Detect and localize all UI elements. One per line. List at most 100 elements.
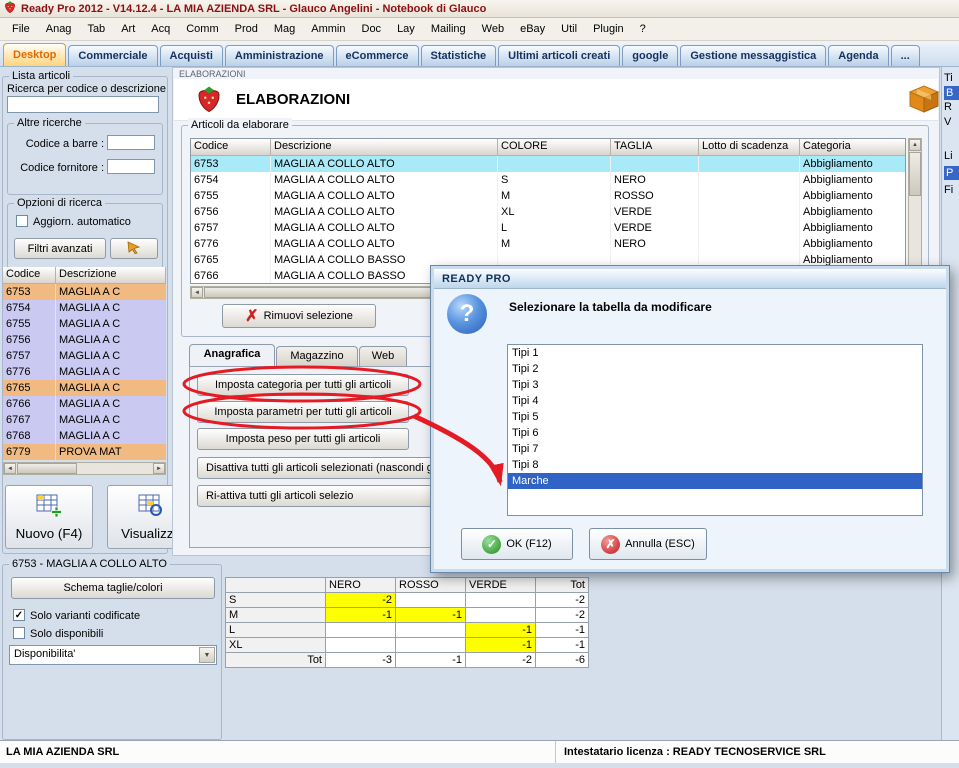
- menu-mag[interactable]: Mag: [266, 21, 303, 37]
- article-row[interactable]: 6754 MAGLIA A C: [3, 300, 166, 316]
- menu-util[interactable]: Util: [553, 21, 585, 37]
- menu-web[interactable]: Web: [474, 21, 512, 37]
- imposta-categoria-button[interactable]: Imposta categoria per tutti gli articoli: [197, 374, 409, 396]
- article-row[interactable]: 6779 PROVA MAT: [3, 444, 166, 460]
- imposta-parametri-button[interactable]: Imposta parametri per tutti gli articoli: [197, 401, 409, 423]
- tab-statistiche[interactable]: Statistiche: [420, 45, 497, 66]
- package-icon[interactable]: [908, 83, 940, 118]
- supplier-code-input[interactable]: [107, 159, 155, 174]
- menu-mailing[interactable]: Mailing: [423, 21, 474, 37]
- tab-agenda[interactable]: Agenda: [828, 45, 889, 66]
- article-row[interactable]: 6755 MAGLIA A C: [3, 316, 166, 332]
- menu-doc[interactable]: Doc: [354, 21, 390, 37]
- scroll-thumb[interactable]: [17, 463, 77, 474]
- dropdown-arrow-icon[interactable]: ▼: [199, 647, 215, 663]
- tab-commerciale[interactable]: Commerciale: [68, 45, 158, 66]
- list-item-marche-selected[interactable]: Marche: [508, 473, 922, 489]
- article-row[interactable]: 6767 MAGLIA A C: [3, 412, 166, 428]
- elab-row-selected[interactable]: 6753 MAGLIA A COLLO ALTO Abbigliamento: [191, 156, 905, 172]
- col-header-taglia[interactable]: TAGLIA: [611, 139, 699, 156]
- elab-row[interactable]: 6756 MAGLIA A COLLO ALTO XL VERDE Abbigliame…: [191, 204, 905, 220]
- list-item-tipi2[interactable]: Tipi 2: [508, 361, 922, 377]
- col-header-codice[interactable]: Codice: [191, 139, 271, 156]
- article-row[interactable]: 6756 MAGLIA A C: [3, 332, 166, 348]
- table-select-listbox[interactable]: Tipi 1 Tipi 2 Tipi 3 Tipi 4 Tipi 5 Tipi …: [507, 344, 923, 516]
- solo-disponibili-checkbox[interactable]: [13, 627, 25, 639]
- elab-table-vscrollbar[interactable]: ▲ ▼: [908, 138, 922, 284]
- scroll-right-button[interactable]: ►: [153, 463, 165, 474]
- menu-plugin[interactable]: Plugin: [585, 21, 632, 37]
- elab-row[interactable]: 6776 MAGLIA A COLLO ALTO M NERO Abbigliament…: [191, 236, 905, 252]
- col-header-descrizione[interactable]: Descrizione: [56, 267, 166, 284]
- schema-taglie-colori-button[interactable]: Schema taglie/colori: [11, 577, 215, 599]
- article-list-hscrollbar[interactable]: ◄ ►: [3, 462, 166, 475]
- tab-overflow[interactable]: ...: [890, 45, 920, 66]
- menu-art[interactable]: Art: [113, 21, 143, 37]
- menu-ebay[interactable]: eBay: [512, 21, 553, 37]
- menu-prod[interactable]: Prod: [227, 21, 266, 37]
- tab-gestione-messaggistica[interactable]: Gestione messaggistica: [680, 45, 827, 66]
- col-header-lotto[interactable]: Lotto di scadenza: [699, 139, 800, 156]
- list-item-tipi1[interactable]: Tipi 1: [508, 345, 922, 361]
- menu-lay[interactable]: Lay: [389, 21, 423, 37]
- scroll-up-button[interactable]: ▲: [909, 139, 921, 151]
- list-item-tipi4[interactable]: Tipi 4: [508, 393, 922, 409]
- imposta-peso-button[interactable]: Imposta peso per tutti gli articoli: [197, 428, 409, 450]
- tab-ultimi-articoli-creati[interactable]: Ultimi articoli creati: [498, 45, 621, 66]
- cancel-button[interactable]: ✗ Annulla (ESC): [589, 528, 707, 560]
- auto-update-checkbox[interactable]: [16, 215, 28, 227]
- list-item-tipi7[interactable]: Tipi 7: [508, 441, 922, 457]
- tab-desktop[interactable]: Desktop: [3, 43, 67, 66]
- advanced-filters-button[interactable]: Filtri avanzati: [14, 238, 106, 259]
- scroll-left-button[interactable]: ◄: [4, 463, 16, 474]
- menu-tab[interactable]: Tab: [79, 21, 113, 37]
- tab-acquisti[interactable]: Acquisti: [159, 45, 223, 66]
- tab-ecommerce[interactable]: eCommerce: [335, 45, 419, 66]
- scroll-thumb[interactable]: [204, 287, 444, 298]
- solo-varianti-checkbox[interactable]: ✓: [13, 609, 25, 621]
- article-row[interactable]: 6768 MAGLIA A C: [3, 428, 166, 444]
- list-item-tipi6[interactable]: Tipi 6: [508, 425, 922, 441]
- col-header-colore[interactable]: COLORE: [498, 139, 611, 156]
- article-row[interactable]: 6766 MAGLIA A C: [3, 396, 166, 412]
- tab-google[interactable]: google: [622, 45, 679, 66]
- strip-item[interactable]: R: [944, 101, 952, 113]
- menu-file[interactable]: File: [4, 21, 38, 37]
- scroll-thumb[interactable]: [909, 152, 921, 196]
- menu-anag[interactable]: Anag: [38, 21, 80, 37]
- elab-row[interactable]: 6755 MAGLIA A COLLO ALTO M ROSSO Abbigliamen…: [191, 188, 905, 204]
- strip-item[interactable]: Fi: [944, 184, 953, 196]
- article-row[interactable]: 6757 MAGLIA A C: [3, 348, 166, 364]
- menu-ammin[interactable]: Ammin: [303, 21, 353, 37]
- elab-row[interactable]: 6754 MAGLIA A COLLO ALTO S NERO Abbigliament…: [191, 172, 905, 188]
- tab-amministrazione[interactable]: Amministrazione: [224, 45, 334, 66]
- scroll-left-button[interactable]: ◄: [191, 287, 203, 298]
- disattiva-articoli-button[interactable]: Disattiva tutti gli articoli selezionati…: [197, 457, 451, 479]
- menu-comm[interactable]: Comm: [178, 21, 226, 37]
- article-row[interactable]: 6765 MAGLIA A C: [3, 380, 166, 396]
- list-item-tipi8[interactable]: Tipi 8: [508, 457, 922, 473]
- col-header-categoria[interactable]: Categoria: [800, 139, 905, 156]
- elab-row[interactable]: 6757 MAGLIA A COLLO ALTO L VERDE Abbigliamen…: [191, 220, 905, 236]
- article-row[interactable]: 6776 MAGLIA A C: [3, 364, 166, 380]
- list-item-tipi5[interactable]: Tipi 5: [508, 409, 922, 425]
- barcode-input[interactable]: [107, 135, 155, 150]
- article-row[interactable]: 6753 MAGLIA A C: [3, 284, 166, 300]
- tab-magazzino[interactable]: Magazzino: [276, 346, 358, 366]
- rimuovi-selezione-button[interactable]: ✗ Rimuovi selezione: [222, 304, 376, 328]
- list-item-tipi3[interactable]: Tipi 3: [508, 377, 922, 393]
- strip-item[interactable]: P: [944, 166, 959, 180]
- col-header-codice[interactable]: Codice: [3, 267, 56, 284]
- strip-item[interactable]: V: [944, 116, 951, 128]
- menu-acq[interactable]: Acq: [143, 21, 178, 37]
- col-header-descrizione[interactable]: Descrizione: [271, 139, 498, 156]
- nuovo-button[interactable]: Nuovo (F4): [5, 485, 93, 549]
- disponibilita-dropdown[interactable]: Disponibilita' ▼: [9, 645, 217, 665]
- filter-pointer-button[interactable]: [110, 238, 158, 259]
- search-input[interactable]: [7, 96, 159, 113]
- tab-anagrafica[interactable]: Anagrafica: [189, 344, 275, 366]
- menu-help[interactable]: ?: [632, 21, 654, 37]
- dialog-title-bar[interactable]: READY PRO: [434, 269, 946, 289]
- strip-item[interactable]: B: [944, 86, 959, 100]
- ok-button[interactable]: ✓ OK (F12): [461, 528, 573, 560]
